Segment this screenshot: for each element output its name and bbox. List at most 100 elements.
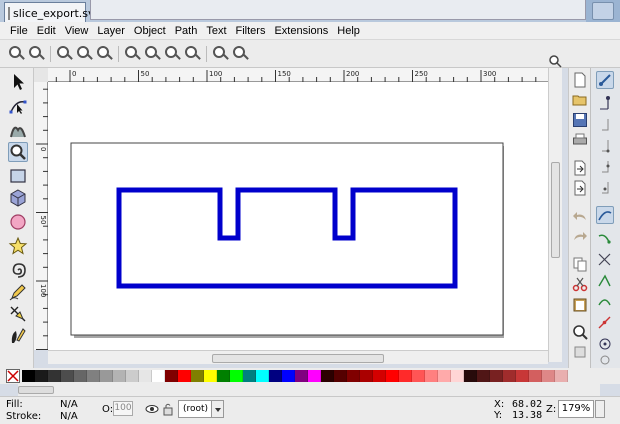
- window-button[interactable]: [592, 2, 614, 20]
- redo-icon[interactable]: [572, 228, 588, 244]
- copy-icon[interactable]: [572, 256, 588, 272]
- palette-swatch[interactable]: [464, 370, 477, 382]
- spiral-icon[interactable]: [8, 260, 28, 280]
- palette-swatch[interactable]: [126, 370, 139, 382]
- snap-bbox-midpoint-icon[interactable]: [596, 158, 614, 176]
- paste-icon[interactable]: [572, 296, 588, 312]
- palette-swatch[interactable]: [269, 370, 282, 382]
- zoom-2-1-icon[interactable]: [96, 45, 114, 63]
- zoom-previous-icon[interactable]: [212, 45, 230, 63]
- horizontal-scroll-thumb[interactable]: [212, 354, 384, 363]
- palette-swatch[interactable]: [386, 370, 399, 382]
- no-paint-swatch[interactable]: [6, 369, 20, 383]
- menu-object[interactable]: Object: [134, 25, 166, 37]
- palette-swatch[interactable]: [48, 370, 61, 382]
- palette-swatch[interactable]: [529, 370, 542, 382]
- palette-swatch[interactable]: [61, 370, 74, 382]
- palette-swatch[interactable]: [503, 370, 516, 382]
- layer-lock-icon[interactable]: [162, 402, 174, 416]
- palette-swatch[interactable]: [373, 370, 386, 382]
- snap-bbox-icon[interactable]: [596, 95, 614, 113]
- print-icon[interactable]: [572, 132, 588, 148]
- calligraphy-icon[interactable]: [8, 326, 28, 346]
- zoom-next-icon[interactable]: [232, 45, 250, 63]
- snap-midpoint-icon[interactable]: [596, 314, 614, 332]
- palette-swatch[interactable]: [113, 370, 126, 382]
- zoom-drawing-icon[interactable]: [144, 45, 162, 63]
- palette-swatch[interactable]: [35, 370, 48, 382]
- palette-swatch[interactable]: [217, 370, 230, 382]
- layer-visibility-icon[interactable]: [145, 402, 159, 416]
- palette-swatch[interactable]: [100, 370, 113, 382]
- vertical-scroll-thumb[interactable]: [551, 162, 560, 258]
- snap-nodes-icon[interactable]: [596, 206, 614, 224]
- palette-swatch[interactable]: [542, 370, 555, 382]
- palette-swatch[interactable]: [334, 370, 347, 382]
- horizontal-ruler[interactable]: 0 50 100 150 200 250 300: [48, 68, 548, 82]
- zoom-out-icon[interactable]: [28, 45, 46, 63]
- palette-swatch[interactable]: [204, 370, 217, 382]
- menu-view[interactable]: View: [65, 25, 89, 37]
- pencil-icon[interactable]: [8, 282, 28, 302]
- box3d-icon[interactable]: [8, 188, 28, 208]
- palette-swatch[interactable]: [477, 370, 490, 382]
- fill-value[interactable]: N/A: [60, 399, 78, 410]
- menu-text[interactable]: Text: [206, 25, 226, 37]
- zoom-page-width-icon[interactable]: [184, 45, 202, 63]
- snap-smooth-icon[interactable]: [596, 293, 614, 311]
- zoom-selection-icon[interactable]: [572, 324, 588, 340]
- stroke-value[interactable]: N/A: [60, 411, 78, 422]
- palette-swatch[interactable]: [87, 370, 100, 382]
- zoom-field[interactable]: 179%: [558, 400, 594, 418]
- palette-swatch[interactable]: [282, 370, 295, 382]
- palette-swatch[interactable]: [490, 370, 503, 382]
- node-editor-icon[interactable]: [8, 96, 28, 116]
- palette-swatch[interactable]: [295, 370, 308, 382]
- palette-swatch[interactable]: [360, 370, 373, 382]
- palette-swatch[interactable]: [321, 370, 334, 382]
- zoom-1-2-icon[interactable]: [76, 45, 94, 63]
- palette-swatch[interactable]: [230, 370, 243, 382]
- palette-swatch[interactable]: [438, 370, 451, 382]
- export-icon[interactable]: [572, 180, 588, 196]
- palette-swatch[interactable]: [165, 370, 178, 382]
- palette-swatch[interactable]: [516, 370, 529, 382]
- drawing-canvas[interactable]: [48, 82, 548, 350]
- zoom-1-1-icon[interactable]: [56, 45, 74, 63]
- snap-path-icon[interactable]: [596, 230, 614, 248]
- star-icon[interactable]: [8, 236, 28, 256]
- rectangle-icon[interactable]: [8, 166, 28, 186]
- palette-scrollbar[interactable]: [18, 384, 600, 396]
- snap-cusp-icon[interactable]: [596, 272, 614, 290]
- menu-edit[interactable]: Edit: [37, 25, 56, 37]
- palette-swatch[interactable]: [451, 370, 464, 382]
- zoom-selection-icon[interactable]: [124, 45, 142, 63]
- pen-icon[interactable]: [8, 304, 28, 324]
- undo-icon[interactable]: [572, 208, 588, 224]
- palette-swatch[interactable]: [243, 370, 256, 382]
- menu-help[interactable]: Help: [337, 25, 360, 37]
- snap-center-icon[interactable]: [596, 335, 614, 353]
- commands-more-icon[interactable]: [572, 344, 588, 360]
- palette-swatch[interactable]: [22, 370, 35, 382]
- menu-filters[interactable]: Filters: [236, 25, 266, 37]
- palette-swatch[interactable]: [256, 370, 269, 382]
- import-icon[interactable]: [572, 160, 588, 176]
- menu-path[interactable]: Path: [175, 25, 198, 37]
- palette-swatch[interactable]: [399, 370, 412, 382]
- menu-extensions[interactable]: Extensions: [274, 25, 328, 37]
- palette-swatch[interactable]: [139, 370, 152, 382]
- open-icon[interactable]: [572, 92, 588, 108]
- snap-bbox-center-icon[interactable]: [596, 179, 614, 197]
- layer-select[interactable]: (root): [178, 400, 224, 418]
- document-tab[interactable]: slice_export.svg: [4, 2, 102, 24]
- vertical-ruler[interactable]: 050100150200: [34, 82, 48, 424]
- vertical-scrollbar[interactable]: [548, 68, 562, 362]
- snap-bbox-corner-icon[interactable]: [596, 137, 614, 155]
- palette-scroll-thumb[interactable]: [18, 386, 54, 394]
- zoom-spinner[interactable]: [595, 400, 605, 418]
- zoom-icon[interactable]: [8, 142, 28, 162]
- cut-icon[interactable]: [572, 276, 588, 292]
- palette-swatch[interactable]: [347, 370, 360, 382]
- snap-bbox-edge-icon[interactable]: [596, 116, 614, 134]
